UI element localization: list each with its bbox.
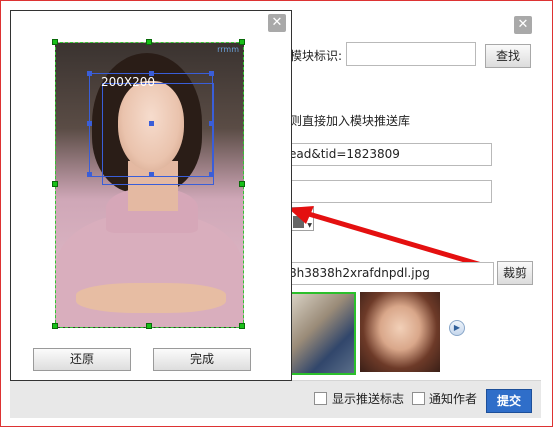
image-handle-se[interactable] — [239, 323, 245, 329]
url-input[interactable]: ead&tid=1823809 — [288, 143, 492, 166]
arrow-line — [301, 209, 486, 269]
image-handle-w[interactable] — [52, 181, 58, 187]
selection-handle-e[interactable] — [209, 121, 214, 126]
image-handle-n[interactable] — [146, 39, 152, 45]
selection-handle-s[interactable] — [149, 172, 154, 177]
photo-logo: rrmm — [217, 45, 239, 54]
image-handle-s[interactable] — [146, 323, 152, 329]
selection-size-label: 200X200 — [101, 75, 156, 89]
selection-handle-n[interactable] — [149, 71, 154, 76]
selection-handle-se[interactable] — [209, 172, 214, 177]
notify-author-checkbox[interactable] — [412, 392, 425, 405]
done-button[interactable]: 完成 — [153, 348, 251, 371]
crop-close-button[interactable]: ✕ — [268, 14, 286, 32]
selection-handle-ne[interactable] — [209, 71, 214, 76]
image-handle-sw[interactable] — [52, 323, 58, 329]
module-id-input[interactable] — [346, 42, 476, 66]
module-id-label: 模块标识: — [290, 49, 343, 63]
crop-selection-inner-box — [102, 83, 214, 185]
crop-button[interactable]: 裁剪 — [497, 261, 533, 285]
show-push-mark-label: 显示推送标志 — [332, 392, 405, 406]
thumbnail[interactable] — [360, 292, 440, 372]
image-handle-ne[interactable] — [239, 39, 245, 45]
show-push-mark-checkbox[interactable] — [314, 392, 327, 405]
direct-add-text: 则直接加入模块推送库 — [290, 114, 411, 128]
crop-dialog: ✕ rrmm 200X200 还原 完成 — [10, 10, 292, 381]
reset-button[interactable]: 还原 — [33, 348, 131, 371]
selection-handle-sw[interactable] — [87, 172, 92, 177]
submit-button[interactable]: 提交 — [486, 389, 532, 413]
find-button[interactable]: 查找 — [485, 44, 531, 68]
image-handle-e[interactable] — [239, 181, 245, 187]
selection-handle-center[interactable] — [149, 121, 154, 126]
thumbnail-selected[interactable] — [289, 292, 356, 375]
image-handle-nw[interactable] — [52, 39, 58, 45]
selection-handle-w[interactable] — [87, 121, 92, 126]
file-input[interactable]: 8h3838h2xrafdnpdl.jpg — [288, 262, 494, 285]
notify-author-label: 通知作者 — [429, 392, 478, 406]
next-arrow-icon[interactable]: ▶ — [449, 320, 465, 336]
selection-handle-nw[interactable] — [87, 71, 92, 76]
photo-arm — [76, 283, 226, 313]
background-close-button[interactable]: ✕ — [514, 16, 532, 34]
